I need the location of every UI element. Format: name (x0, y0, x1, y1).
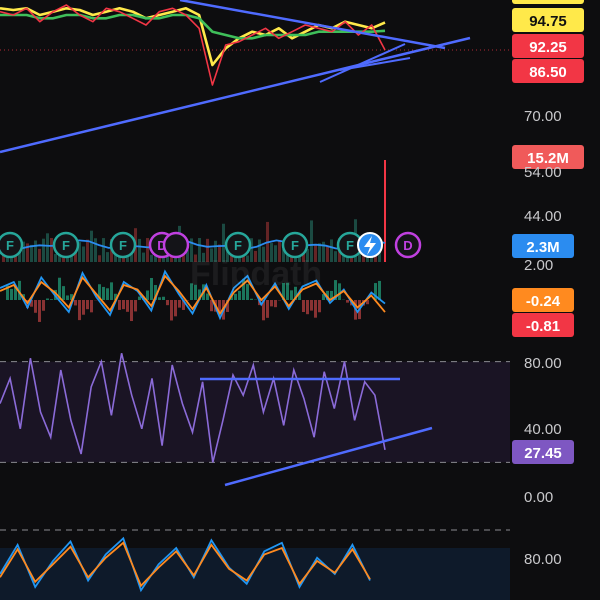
macd-histogram-bar (346, 300, 349, 303)
volume-tick-44: 44.00 (524, 208, 562, 225)
macd-histogram-bar (102, 286, 105, 300)
macd-histogram-bar (158, 297, 161, 300)
price-tick-70: 70.00 (524, 108, 562, 125)
macd-histogram-bar (266, 300, 269, 318)
volume-bar (326, 246, 329, 262)
volume-bar (146, 238, 149, 262)
price-badge-top-partial (512, 0, 584, 4)
macd-histogram-bar (170, 300, 173, 321)
macd-badge-red-text: -0.81 (526, 318, 560, 335)
volume-bar (54, 254, 57, 262)
macd-histogram-bar (234, 293, 237, 300)
macd-histogram-bar (162, 296, 165, 300)
volume-bar (42, 238, 45, 262)
macd-histogram-bar (106, 288, 109, 300)
stoch-tick-80: 80.00 (524, 551, 562, 568)
volume-bar (86, 239, 89, 262)
dividend-marker: D (394, 231, 422, 259)
watermark: Flipdath (190, 255, 322, 293)
marker-label: F (62, 238, 70, 253)
macd-histogram-bar (66, 295, 69, 300)
trading-chart[interactable]: FFFDFFFD Flipdath 94.75 92.25 86.50 70.0… (0, 0, 600, 600)
macd-histogram-bar (138, 296, 141, 300)
macd-histogram-bar (118, 300, 121, 310)
rsi-tick-40: 40.00 (524, 421, 562, 438)
rsi-band (0, 361, 510, 463)
volume-tick-54: 54.00 (524, 164, 562, 181)
volume-bar (334, 251, 337, 262)
volume-bar (82, 246, 85, 262)
price-badge-red-1-text: 92.25 (529, 39, 567, 56)
marker-label: F (234, 238, 242, 253)
macd-histogram-bar (90, 300, 93, 313)
macd-tick: 2.00 (524, 257, 553, 274)
macd-histogram-bar (178, 300, 181, 308)
macd-histogram-bar (110, 282, 113, 300)
marker-circle (162, 231, 190, 259)
volume-bar (106, 252, 109, 262)
volume-bar (46, 233, 49, 262)
macd-histogram-bar (318, 300, 321, 313)
macd-histogram-bar (126, 300, 129, 312)
volume-bar (142, 252, 145, 262)
rsi-tick-0: 0.00 (524, 489, 553, 506)
financials-marker: F (281, 231, 309, 259)
macd-histogram-bar (74, 300, 77, 306)
macd-histogram-bar (34, 300, 37, 313)
volume-bar (102, 238, 105, 262)
financials-marker: F (109, 231, 137, 259)
macd-histogram-bar (314, 300, 317, 318)
price-badge-red-2-text: 86.50 (529, 64, 567, 81)
lightning-icon (357, 232, 383, 258)
macd-histogram-bar (10, 288, 13, 300)
macd-histogram-bar (78, 300, 81, 321)
marker-volume-badge-text: 2.3M (526, 239, 559, 256)
dividend-marker (162, 231, 190, 259)
macd-histogram-bar (146, 290, 149, 300)
marker-label: D (403, 238, 412, 253)
macd-histogram-bar (174, 300, 177, 317)
macd-histogram-bar (302, 300, 305, 312)
marker-label: F (6, 238, 14, 253)
volume-bar (30, 244, 33, 262)
macd-histogram-bar (270, 300, 273, 307)
macd-histogram-bar (46, 298, 49, 300)
macd-histogram-bar (150, 277, 153, 300)
macd-histogram-bar (306, 300, 309, 315)
macd-histogram-bar (42, 300, 45, 311)
macd-badge-orange-text: -0.24 (526, 293, 561, 310)
macd-histogram-bar (274, 300, 277, 308)
macd-histogram-bar (50, 299, 53, 300)
volume-bar (50, 238, 53, 262)
marker-label: F (291, 238, 299, 253)
volume-bar (138, 238, 141, 262)
macd-histogram-bar (122, 300, 125, 310)
volume-bar (34, 240, 37, 262)
financials-marker: F (0, 231, 24, 259)
financials-marker: F (224, 231, 252, 259)
macd-histogram-bar (310, 300, 313, 311)
volume-bar (150, 254, 153, 262)
macd-histogram-bar (82, 300, 85, 315)
marker-label: F (346, 238, 354, 253)
price-badge-yellow-text: 94.75 (529, 13, 567, 30)
macd-histogram-bar (250, 298, 253, 300)
rsi-tick-80: 80.00 (524, 355, 562, 372)
marker-label: F (119, 238, 127, 253)
macd-histogram-bar (130, 300, 133, 322)
volume-bar (38, 248, 41, 262)
rsi-badge-text: 27.45 (524, 445, 562, 462)
macd-histogram-bar (134, 300, 137, 312)
macd-histogram-bar (86, 300, 89, 310)
volume-bar (94, 238, 97, 262)
volume-bar (330, 239, 333, 262)
volume-bar (98, 255, 101, 262)
macd-histogram-bar (206, 293, 209, 300)
financials-marker: F (52, 231, 80, 259)
macd-histogram-bar (166, 300, 169, 306)
macd-histogram-bar (38, 300, 41, 322)
volume-bar (90, 230, 93, 262)
macd-histogram-bar (62, 286, 65, 300)
